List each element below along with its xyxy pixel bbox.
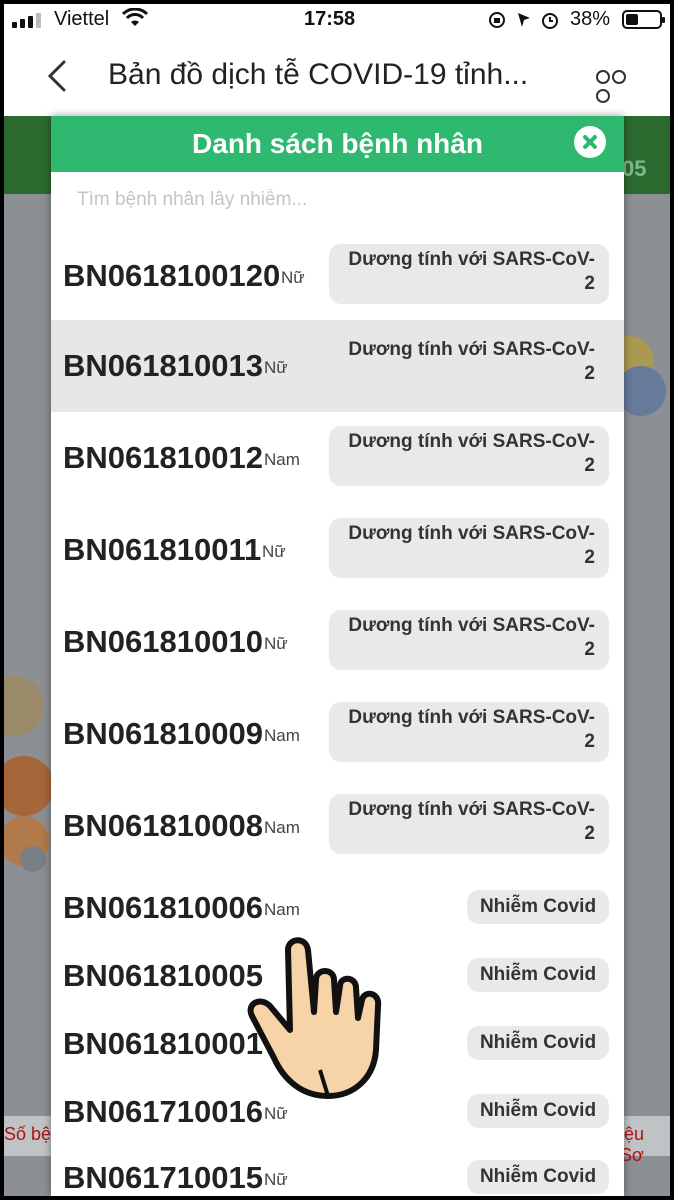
alarm-icon	[542, 13, 558, 29]
patient-row[interactable]: BN061710015 Nữ Nhiễm Covid	[51, 1146, 624, 1196]
status-badge: Nhiễm Covid	[467, 1160, 609, 1194]
patient-id: BN061710016	[63, 1094, 263, 1129]
patient-id: BN061810013	[63, 348, 263, 383]
patient-id: BN061810001	[63, 1026, 263, 1061]
patient-id: BN0618100120	[63, 258, 281, 293]
status-badge: Dương tính với SARS-CoV-2	[329, 518, 609, 578]
back-chevron-icon[interactable]	[42, 58, 72, 94]
patient-gender: Nữ	[281, 268, 305, 287]
patient-row[interactable]: BN061810013 Nữ Dương tính với SARS-CoV-2	[51, 320, 624, 412]
status-badge: Dương tính với SARS-CoV-2	[329, 426, 609, 486]
battery-icon	[622, 10, 665, 29]
status-badge: Dương tính với SARS-CoV-2	[329, 610, 609, 670]
modal-header: Danh sách bệnh nhân	[51, 116, 624, 172]
patient-row[interactable]: BN061810012 Nam Dương tính với SARS-CoV-…	[51, 412, 624, 504]
patient-id: BN061810006	[63, 890, 263, 925]
patient-gender: Nam	[264, 450, 300, 469]
patient-row[interactable]: BN061810008 Nam Dương tính với SARS-CoV-…	[51, 780, 624, 872]
more-options-icon[interactable]	[596, 70, 642, 103]
wifi-icon	[122, 8, 148, 26]
status-badge: Dương tính với SARS-CoV-2	[329, 794, 609, 854]
patient-gender: Nữ	[264, 358, 288, 377]
carrier-name: Viettel	[54, 8, 110, 30]
patient-id: BN061810012	[63, 440, 263, 475]
patient-gender: Nữ	[262, 542, 286, 561]
status-bar: Viettel 17:58 38%	[4, 4, 670, 36]
app-screen: Viettel 17:58 38% Bản đồ dịch tễ COVID-1…	[4, 4, 670, 1196]
rotation-lock-icon	[489, 12, 505, 28]
patient-gender: Nữ	[264, 1170, 288, 1189]
page-title: Bản đồ dịch tễ COVID-19 tỉnh...	[108, 58, 529, 91]
patient-id: BN061810010	[63, 624, 263, 659]
signal-icon	[12, 12, 42, 28]
search-bar	[51, 172, 624, 228]
status-badge: Dương tính với SARS-CoV-2	[329, 702, 609, 762]
modal-title: Danh sách bệnh nhân	[192, 128, 483, 159]
battery-percent: 38%	[570, 8, 611, 30]
patient-id: BN061810009	[63, 716, 263, 751]
close-icon[interactable]	[574, 126, 606, 158]
patient-id: BN061810011	[63, 532, 262, 567]
status-icons	[489, 12, 558, 29]
patient-row[interactable]: BN061810010 Nữ Dương tính với SARS-CoV-2	[51, 596, 624, 688]
patient-id: BN061710015	[63, 1160, 263, 1195]
status-badge: Dương tính với SARS-CoV-2	[329, 244, 609, 304]
patient-gender: Nữ	[264, 1104, 288, 1123]
search-input[interactable]	[75, 184, 599, 216]
status-badge: Nhiễm Covid	[467, 958, 609, 992]
patient-gender: Nam	[264, 726, 300, 745]
status-badge: Nhiễm Covid	[467, 1026, 609, 1060]
patient-id: BN061810008	[63, 808, 263, 843]
patient-row[interactable]: BN061810011 Nữ Dương tính với SARS-CoV-2	[51, 504, 624, 596]
status-badge: Nhiễm Covid	[467, 1094, 609, 1128]
patient-gender: Nữ	[264, 634, 288, 653]
map-footer-right: iệu Sơ	[620, 1124, 645, 1165]
patient-gender: Nam	[264, 818, 300, 837]
patient-row[interactable]: BN061810009 Nam Dương tính với SARS-CoV-…	[51, 688, 624, 780]
navigation-bar: Bản đồ dịch tễ COVID-19 tỉnh...	[4, 36, 670, 116]
location-icon	[518, 13, 530, 27]
patient-id: BN061810005	[63, 958, 263, 993]
status-badge: Dương tính với SARS-CoV-2	[329, 334, 609, 394]
map-header-count: 05	[622, 156, 647, 181]
status-badge: Nhiễm Covid	[467, 890, 609, 924]
clock: 17:58	[304, 8, 356, 30]
hand-pointer-icon	[247, 937, 382, 1099]
patient-gender: Nam	[264, 900, 300, 919]
patient-row[interactable]: BN0618100120 Nữ Dương tính với SARS-CoV-…	[51, 228, 624, 320]
